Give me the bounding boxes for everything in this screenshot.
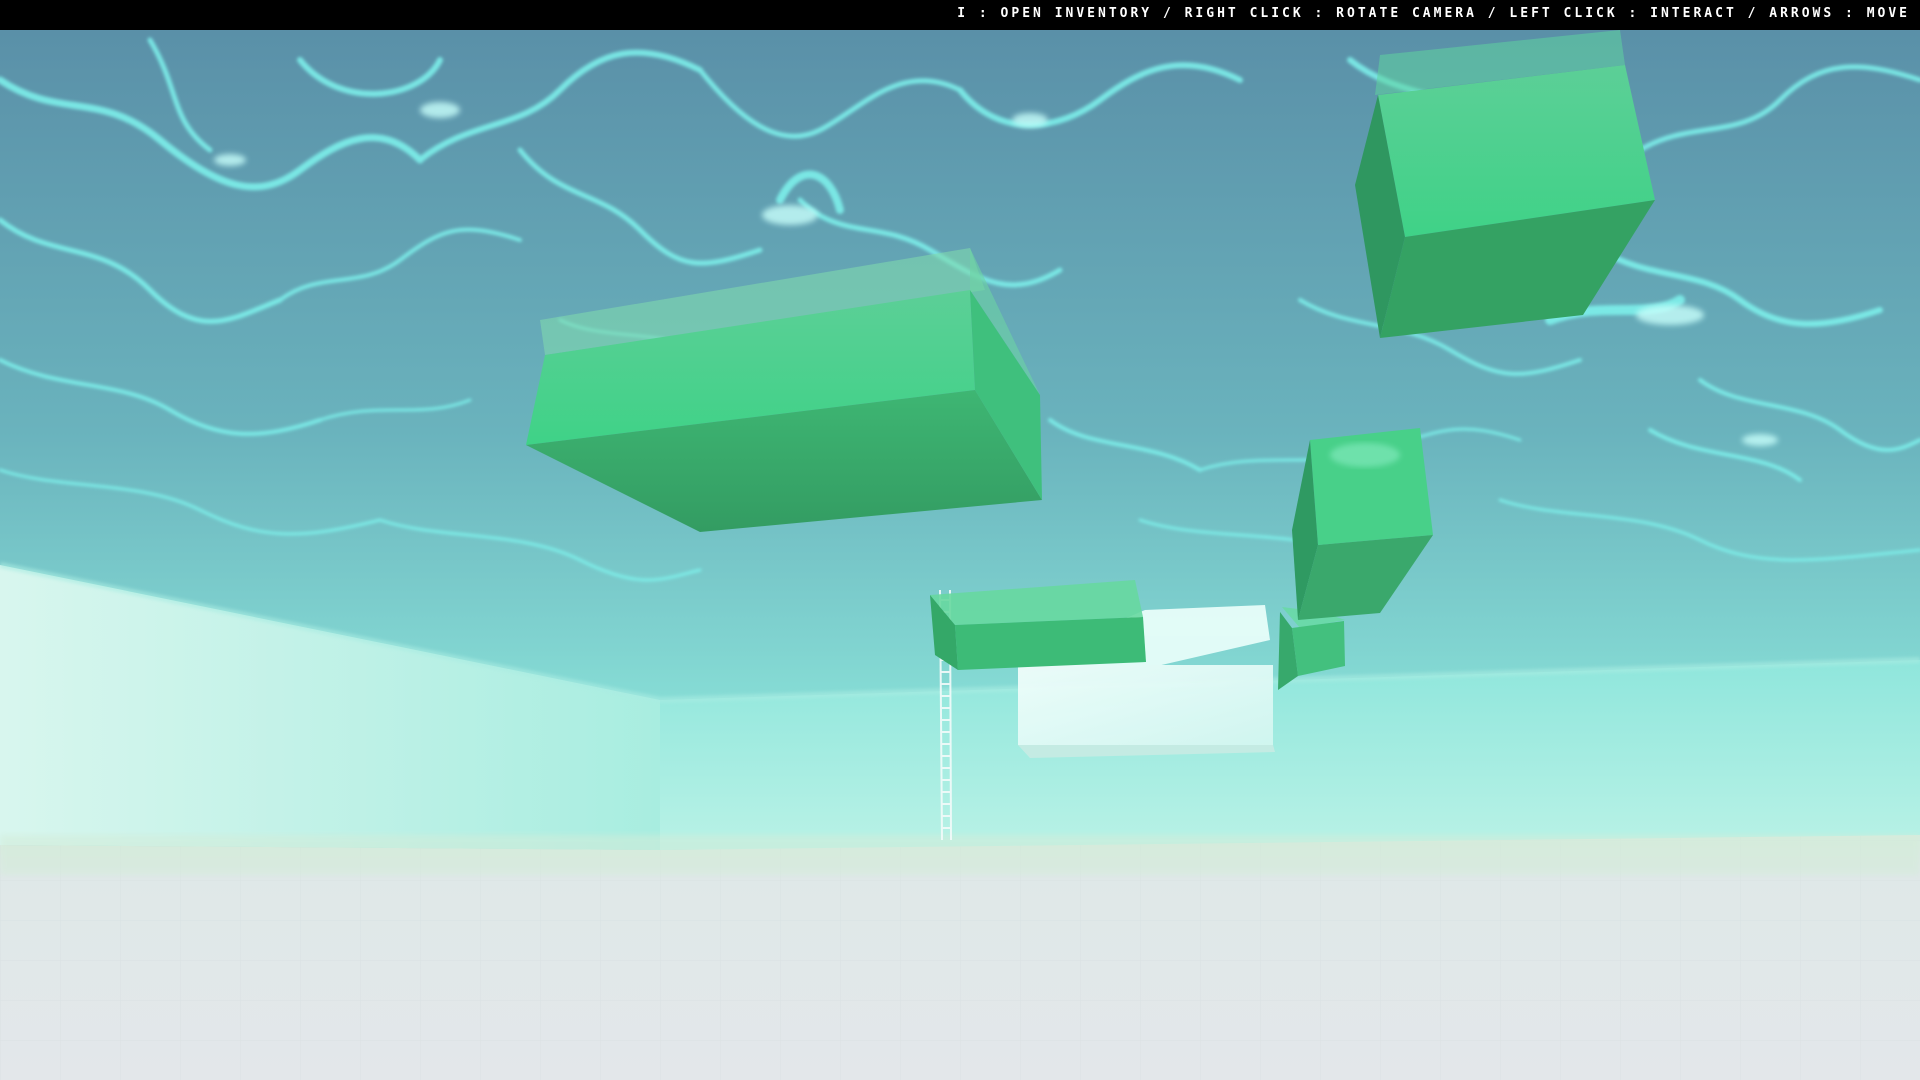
small-block-center[interactable]: [930, 580, 1146, 670]
controls-hint-text: I : OPEN INVENTORY / RIGHT CLICK : ROTAT…: [957, 6, 1910, 21]
game-viewport[interactable]: I : OPEN INVENTORY / RIGHT CLICK : ROTAT…: [0, 0, 1920, 1080]
hud-top-bar: I : OPEN INVENTORY / RIGHT CLICK : ROTAT…: [0, 0, 1920, 30]
underwater-scene[interactable]: [0, 30, 1920, 1080]
